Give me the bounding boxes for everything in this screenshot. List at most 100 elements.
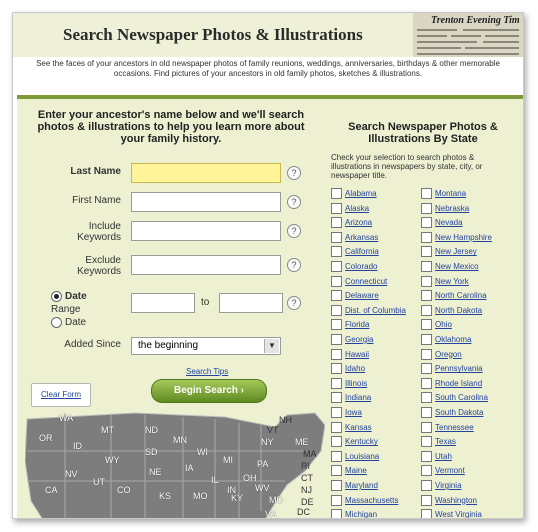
exclude-keywords-help-icon[interactable]: ? [287, 258, 301, 272]
state-link[interactable]: Ohio [435, 318, 452, 332]
state-link[interactable]: Maryland [345, 479, 378, 493]
state-checkbox[interactable] [421, 348, 432, 360]
state-link[interactable]: California [345, 245, 379, 259]
state-link[interactable]: Pennsylvania [435, 362, 483, 376]
first-name-help-icon[interactable]: ? [287, 195, 301, 209]
state-checkbox[interactable] [331, 363, 342, 375]
state-checkbox[interactable] [331, 436, 342, 448]
state-checkbox[interactable] [331, 509, 342, 518]
state-link[interactable]: Vermont [435, 464, 465, 478]
state-checkbox[interactable] [331, 304, 342, 316]
state-link[interactable]: South Dakota [435, 406, 483, 420]
state-checkbox[interactable] [421, 407, 432, 418]
state-checkbox[interactable] [331, 217, 342, 229]
state-checkbox[interactable] [421, 494, 432, 506]
state-checkbox[interactable] [421, 246, 432, 258]
state-checkbox[interactable] [421, 334, 432, 345]
state-link[interactable]: New Jersey [435, 245, 477, 259]
state-checkbox[interactable] [331, 465, 342, 477]
date-range-radio[interactable] [51, 317, 62, 328]
state-checkbox[interactable] [331, 231, 342, 243]
state-checkbox[interactable] [331, 334, 342, 345]
state-link[interactable]: Iowa [345, 406, 362, 420]
date-from-field[interactable] [131, 293, 195, 313]
state-link[interactable]: Colorado [345, 260, 377, 274]
include-keywords-help-icon[interactable]: ? [287, 224, 301, 238]
state-link[interactable]: Illinois [345, 377, 367, 391]
state-link[interactable]: Oklahoma [435, 333, 471, 347]
state-checkbox[interactable] [421, 363, 432, 375]
state-checkbox[interactable] [331, 275, 342, 287]
state-link[interactable]: Utah [435, 450, 452, 464]
state-link[interactable]: South Carolina [435, 391, 488, 405]
first-name-field[interactable] [131, 192, 281, 212]
date-radio[interactable] [51, 291, 62, 302]
state-link[interactable]: Maine [345, 464, 367, 478]
state-link[interactable]: Montana [435, 187, 466, 201]
state-link[interactable]: Georgia [345, 333, 373, 347]
state-link[interactable]: Nevada [435, 216, 463, 230]
state-link[interactable]: Washington [435, 494, 477, 508]
state-checkbox[interactable] [331, 261, 342, 272]
last-name-field[interactable] [131, 163, 281, 183]
state-checkbox[interactable] [421, 231, 432, 243]
state-checkbox[interactable] [331, 246, 342, 258]
clear-form-button[interactable]: Clear Form [31, 383, 91, 407]
state-checkbox[interactable] [331, 202, 342, 214]
state-checkbox[interactable] [421, 202, 432, 214]
state-checkbox[interactable] [421, 188, 432, 199]
state-link[interactable]: Louisiana [345, 450, 379, 464]
state-link[interactable]: Arizona [345, 216, 372, 230]
state-checkbox[interactable] [331, 407, 342, 418]
state-checkbox[interactable] [331, 450, 342, 462]
include-keywords-field[interactable] [131, 221, 281, 241]
state-link[interactable]: New Hampshire [435, 231, 492, 245]
state-checkbox[interactable] [331, 319, 342, 331]
state-checkbox[interactable] [331, 348, 342, 360]
us-map[interactable]: WA MT ND MN ME VT NH WI NY MA OR ID SD M… [25, 411, 325, 518]
state-checkbox[interactable] [421, 450, 432, 462]
state-link[interactable]: Texas [435, 435, 456, 449]
state-link[interactable]: Florida [345, 318, 369, 332]
state-checkbox[interactable] [421, 509, 432, 518]
state-link[interactable]: Kansas [345, 421, 372, 435]
state-checkbox[interactable] [421, 217, 432, 229]
state-link[interactable]: Idaho [345, 362, 365, 376]
state-checkbox[interactable] [421, 392, 432, 404]
state-link[interactable]: Connecticut [345, 275, 387, 289]
state-link[interactable]: Virginia [435, 479, 462, 493]
state-checkbox[interactable] [421, 377, 432, 389]
state-checkbox[interactable] [331, 480, 342, 491]
state-checkbox[interactable] [331, 290, 342, 302]
exclude-keywords-field[interactable] [131, 255, 281, 275]
state-link[interactable]: Alaska [345, 202, 369, 216]
state-link[interactable]: New York [435, 275, 469, 289]
state-checkbox[interactable] [421, 436, 432, 448]
state-checkbox[interactable] [331, 392, 342, 404]
state-checkbox[interactable] [421, 304, 432, 316]
date-to-field[interactable] [219, 293, 283, 313]
state-checkbox[interactable] [421, 275, 432, 287]
state-link[interactable]: Dist. of Columbia [345, 304, 406, 318]
state-link[interactable]: Hawaii [345, 348, 369, 362]
state-link[interactable]: Indiana [345, 391, 371, 405]
state-link[interactable]: Arkansas [345, 231, 378, 245]
added-since-select[interactable]: the beginning ▼ [131, 337, 281, 355]
state-link[interactable]: Delaware [345, 289, 379, 303]
state-checkbox[interactable] [331, 494, 342, 506]
state-link[interactable]: Kentucky [345, 435, 378, 449]
state-checkbox[interactable] [421, 290, 432, 302]
state-link[interactable]: Michigan [345, 508, 377, 518]
begin-search-button[interactable]: Begin Search › [151, 379, 267, 403]
search-tips-link[interactable]: Search Tips [186, 367, 228, 376]
state-checkbox[interactable] [421, 465, 432, 477]
state-checkbox[interactable] [421, 319, 432, 331]
state-link[interactable]: Alabama [345, 187, 377, 201]
state-link[interactable]: North Dakota [435, 304, 482, 318]
state-link[interactable]: Oregon [435, 348, 462, 362]
state-checkbox[interactable] [331, 377, 342, 389]
state-link[interactable]: Tennessee [435, 421, 474, 435]
state-checkbox[interactable] [331, 421, 342, 433]
last-name-help-icon[interactable]: ? [287, 166, 301, 180]
state-checkbox[interactable] [421, 480, 432, 491]
